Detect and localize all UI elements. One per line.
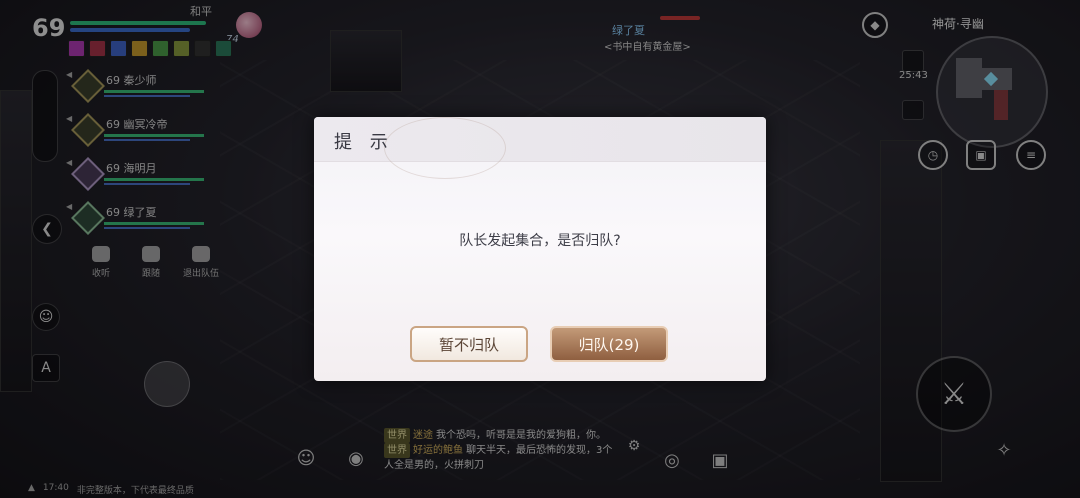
dialog-message: 队长发起集合，是否归队? xyxy=(459,233,621,249)
dialog-header: 提 示 xyxy=(314,117,766,179)
header-ornament xyxy=(384,117,506,179)
accept-rally-button[interactable]: 归队(29) xyxy=(550,326,668,362)
dialog-title: 提 示 xyxy=(334,132,394,153)
rally-dialog: 提 示 队长发起集合，是否归队? 暂不归队 归队(29) xyxy=(314,117,766,381)
decline-rally-button[interactable]: 暂不归队 xyxy=(410,326,528,362)
